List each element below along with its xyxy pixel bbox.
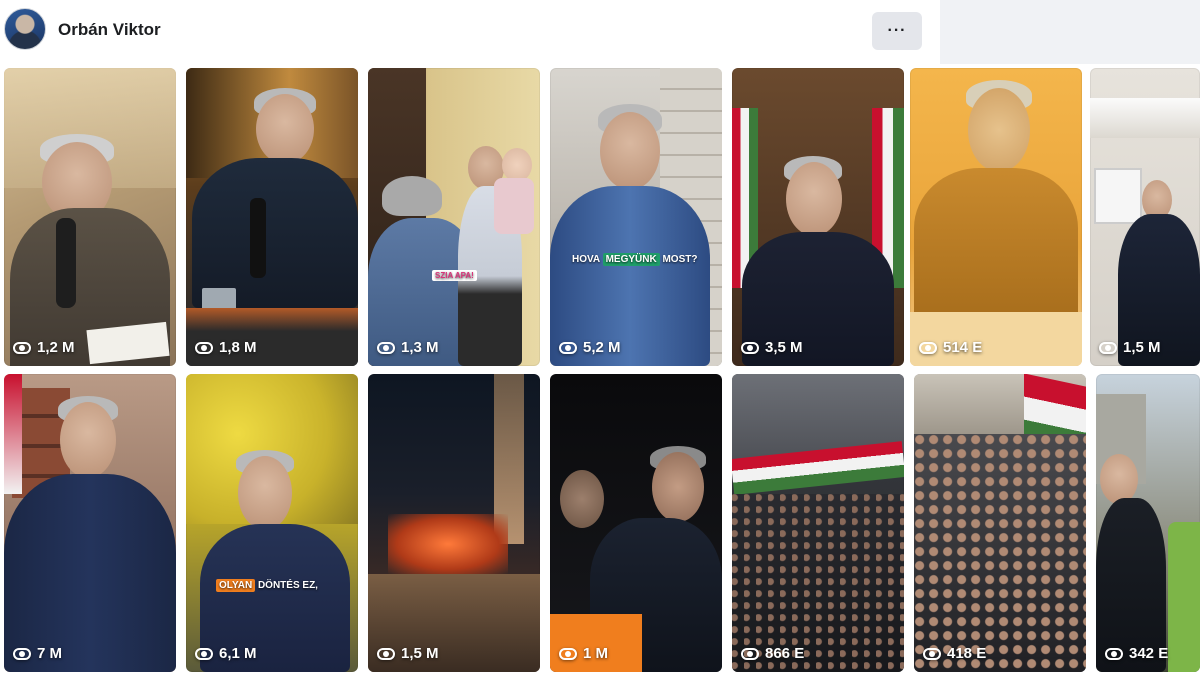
view-count-text: 1,5 M [1123,339,1161,356]
view-count: 7 M [13,645,62,662]
reel-thumbnail[interactable]: 418 E [914,374,1086,672]
person-head [60,402,116,478]
view-count: 1,2 M [13,339,75,356]
orange-banner [550,614,642,672]
reel-thumbnail[interactable]: 866 E [732,374,904,672]
baby-head [502,148,532,182]
microphone [56,218,76,308]
reel-thumbnail[interactable]: OLYAN DÖNTÉS EZ, 6,1 M [186,374,358,672]
eye-icon [919,341,937,354]
view-count-text: 342 E [1129,645,1169,662]
person-head [600,112,660,190]
view-count: 3,5 M [741,339,803,356]
person-head [1100,454,1138,504]
video-caption: HOVA MEGYÜNK MOST? [572,253,698,266]
eye-icon [923,647,941,660]
ceiling-light [1090,98,1200,138]
eye-icon [195,647,213,660]
person-head [560,470,604,528]
baby-body [494,178,534,234]
crowd-lights [388,514,508,574]
more-options-button[interactable]: ··· [872,12,922,50]
page-avatar[interactable] [4,8,46,50]
view-count-text: 3,5 M [765,339,803,356]
view-count-text: 1 M [583,645,609,662]
page-name[interactable]: Orbán Viktor [58,20,161,40]
view-count: 1,5 M [377,645,439,662]
reel-thumbnail[interactable]: SZIA APA! 1,3 M [368,68,540,366]
person-head [968,88,1030,172]
view-count-text: 1,8 M [219,339,257,356]
view-count: 342 E [1105,645,1168,662]
eye-icon [1099,341,1117,354]
reel-thumbnail[interactable]: 342 E [1096,374,1200,672]
reel-thumbnail[interactable]: 3,5 M [732,68,904,366]
reel-thumbnail[interactable]: 514 E [910,68,1082,366]
view-count: 514 E [919,339,982,356]
eye-icon [195,341,213,354]
person-body [914,168,1078,318]
view-count: 1,3 M [377,339,439,356]
person-body [192,158,358,308]
eye-icon [559,341,577,354]
view-count-text: 1,5 M [401,645,439,662]
person-body [4,474,176,672]
eye-icon [741,341,759,354]
video-caption: SZIA APA! [432,270,477,281]
crowd [914,434,1086,672]
view-count-text: 514 E [943,339,983,356]
person-head [256,94,314,164]
person-head [652,452,704,522]
hungarian-flag [4,374,22,494]
view-count: 5,2 M [559,339,621,356]
view-count-text: 6,1 M [219,645,257,662]
view-count: 866 E [741,645,804,662]
view-count: 1 M [559,645,608,662]
view-count-text: 418 E [947,645,987,662]
green-vest-person [1168,522,1200,672]
view-count-text: 7 M [37,645,63,662]
eye-icon [377,341,395,354]
reel-thumbnail[interactable]: 1,5 M [1090,68,1200,366]
eye-icon [377,647,395,660]
microphone [250,198,266,278]
view-count: 6,1 M [195,645,257,662]
reel-thumbnail[interactable]: 7 M [4,374,176,672]
reel-thumbnail[interactable]: HOVA MEGYÜNK MOST? 5,2 M [550,68,722,366]
view-count: 1,8 M [195,339,257,356]
eye-icon [13,341,31,354]
eye-icon [559,647,577,660]
reel-thumbnail[interactable]: 1,2 M [4,68,176,366]
reels-header: Orbán Viktor ··· [0,0,940,64]
view-count-text: 5,2 M [583,339,621,356]
view-count-text: 1,2 M [37,339,75,356]
view-count: 1,5 M [1099,339,1161,356]
view-count-text: 1,3 M [401,339,439,356]
eye-icon [1105,647,1123,660]
video-caption: OLYAN DÖNTÉS EZ, [216,579,318,592]
view-count: 418 E [923,645,986,662]
eye-icon [13,647,31,660]
view-count-text: 866 E [765,645,805,662]
person-hair [382,176,442,216]
person-head [238,456,292,530]
person-head [786,162,842,236]
reel-thumbnail[interactable]: 1 M [550,374,722,672]
reel-thumbnail[interactable]: 1,8 M [186,68,358,366]
eye-icon [741,647,759,660]
desk [186,308,358,366]
reel-thumbnail[interactable]: 1,5 M [368,374,540,672]
wall-picture [1094,168,1142,224]
